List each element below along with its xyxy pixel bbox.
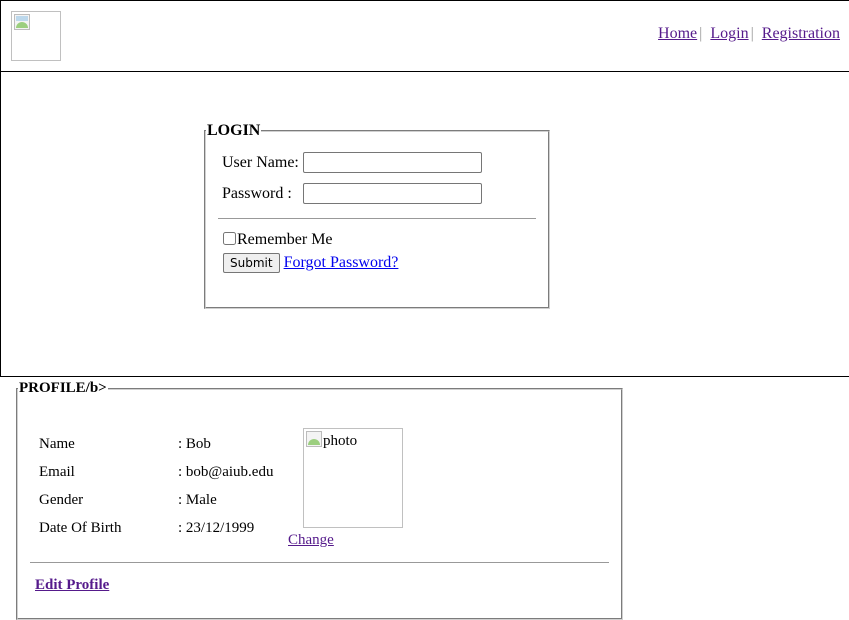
broken-image-icon: [306, 431, 322, 447]
profile-divider: [30, 562, 609, 563]
table-row: Email : bob@aiub.edu: [37, 458, 302, 486]
site-header: Home | Login | Registration: [0, 0, 849, 72]
login-divider: [218, 218, 536, 219]
profile-legend: PROFILE/b>: [19, 380, 107, 396]
photo-alt-text: photo: [323, 433, 358, 449]
login-legend: LOGIN: [207, 122, 261, 139]
remember-me-label: Remember Me: [237, 231, 333, 248]
dob-value: : 23/12/1999: [178, 519, 255, 536]
submit-button[interactable]: Submit: [223, 253, 280, 273]
login-actions: Submit Forgot Password?: [223, 253, 548, 273]
username-input[interactable]: [302, 152, 482, 173]
nav-login-link[interactable]: Login: [710, 25, 748, 42]
login-form-table: User Name: Password :: [219, 146, 485, 210]
main-content: LOGIN User Name: Password : Remember Me …: [0, 71, 849, 377]
dob-label: Date Of Birth: [39, 519, 122, 536]
remember-me-checkbox[interactable]: [223, 232, 236, 245]
top-navigation: Home | Login | Registration: [658, 25, 840, 43]
profile-fieldset: PROFILE/b> Name : Bob Email : bob@aiub.e…: [16, 380, 623, 620]
table-row: Date Of Birth : 23/12/1999: [37, 514, 302, 542]
nav-separator: |: [750, 25, 754, 42]
broken-image-icon: [14, 14, 30, 30]
edit-profile-link[interactable]: Edit Profile: [35, 577, 109, 594]
nav-registration-link[interactable]: Registration: [762, 25, 840, 42]
password-input[interactable]: [302, 183, 482, 204]
profile-details-table: Name : Bob Email : bob@aiub.edu Gender :…: [37, 430, 302, 542]
change-photo-link[interactable]: Change: [288, 532, 334, 549]
forgot-password-link[interactable]: Forgot Password?: [284, 254, 399, 271]
email-label: Email: [39, 463, 75, 480]
table-row: Name : Bob: [37, 430, 302, 458]
email-value: : bob@aiub.edu: [178, 463, 274, 480]
username-label: User Name:: [222, 153, 299, 171]
nav-separator: |: [699, 25, 703, 42]
gender-value: : Male: [178, 491, 217, 508]
name-value: : Bob: [178, 435, 211, 452]
login-fieldset: LOGIN User Name: Password : Remember Me …: [204, 122, 550, 309]
nav-home-link[interactable]: Home: [658, 25, 697, 42]
logo-image: [11, 11, 61, 61]
gender-label: Gender: [39, 491, 84, 508]
table-row: Gender : Male: [37, 486, 302, 514]
profile-photo: photo: [303, 428, 403, 528]
remember-me-row: Remember Me: [223, 231, 548, 249]
password-label: Password :: [222, 184, 292, 202]
name-label: Name: [39, 435, 75, 452]
